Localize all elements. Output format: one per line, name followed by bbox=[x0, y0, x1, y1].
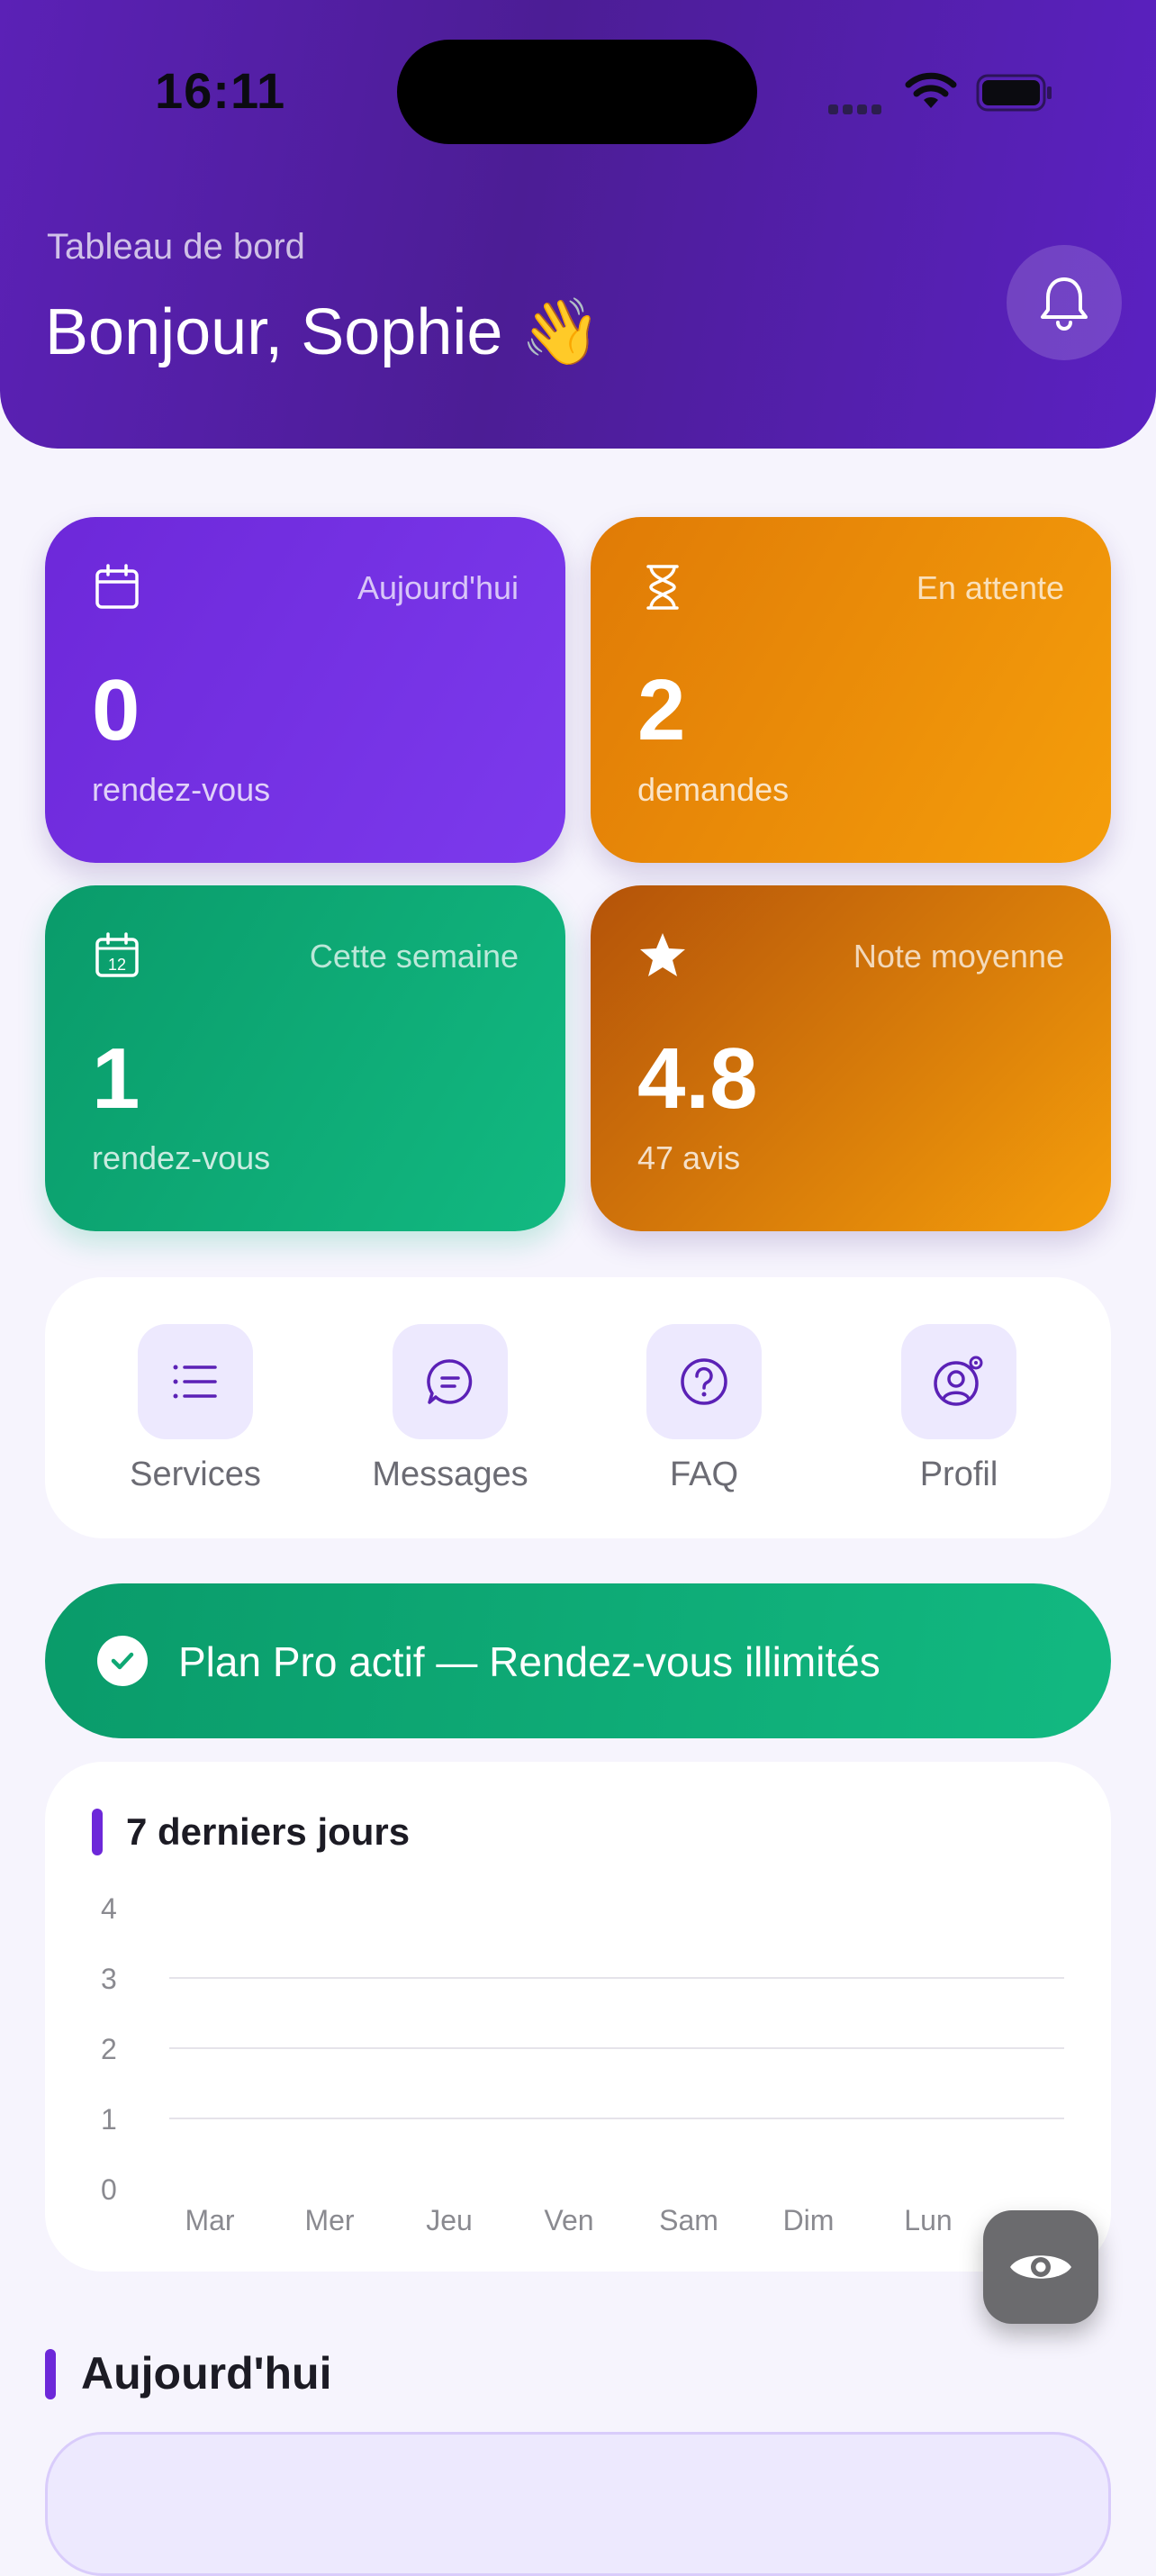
visibility-button[interactable] bbox=[983, 2210, 1098, 2324]
calendar-week-icon: 12 bbox=[95, 932, 139, 977]
stat-card-week[interactable]: 12 Cette semaine 1 rendez-vous bbox=[45, 885, 565, 1231]
stat-unit: rendez-vous bbox=[92, 1139, 271, 1176]
plan-banner-text: Plan Pro actif — Rendez-vous illimités bbox=[178, 1638, 881, 1685]
notifications-button[interactable] bbox=[1007, 245, 1122, 360]
quick-action-label: Profil bbox=[919, 1456, 998, 1493]
stat-unit: rendez-vous bbox=[92, 771, 271, 808]
svg-text:12: 12 bbox=[108, 956, 126, 974]
quick-action-messages[interactable]: Messages bbox=[351, 1324, 549, 1494]
check-circle-icon bbox=[97, 1636, 148, 1686]
quick-action-services[interactable]: Services bbox=[96, 1324, 294, 1494]
stat-label: Cette semaine bbox=[309, 938, 519, 975]
y-tick-label: 3 bbox=[101, 1963, 117, 1995]
today-appointments-card[interactable] bbox=[45, 2432, 1111, 2576]
dynamic-island bbox=[397, 40, 757, 144]
x-tick-label: Ven bbox=[544, 2204, 593, 2236]
bell-icon bbox=[1041, 277, 1088, 331]
y-tick-label: 0 bbox=[101, 2173, 117, 2206]
x-tick-label: Dim bbox=[783, 2204, 835, 2236]
page-subtitle: Tableau de bord bbox=[47, 227, 305, 267]
status-time: 16:11 bbox=[155, 62, 286, 119]
y-tick-label: 1 bbox=[101, 2103, 117, 2136]
battery-icon bbox=[976, 74, 1052, 112]
quick-action-label: Services bbox=[130, 1456, 261, 1493]
user-settings-icon bbox=[934, 1356, 983, 1406]
hourglass-icon bbox=[646, 565, 679, 610]
stat-value: 0 bbox=[92, 662, 140, 758]
signal-icon bbox=[828, 103, 881, 119]
x-tick-label: Mer bbox=[304, 2204, 354, 2236]
x-tick-label: Mar bbox=[185, 2204, 234, 2236]
help-icon bbox=[681, 1358, 727, 1405]
chart-card: 7 derniers jours 0 1 2 3 4 Mar Mer Jeu Ven Sam Dim… bbox=[45, 1762, 1111, 2272]
stat-value: 4.8 bbox=[637, 1030, 758, 1127]
status-icons bbox=[828, 68, 1053, 119]
x-tick-label: Sam bbox=[659, 2204, 718, 2236]
chat-icon bbox=[427, 1359, 473, 1404]
stat-label: En attente bbox=[916, 569, 1064, 606]
quick-action-faq[interactable]: FAQ bbox=[605, 1324, 803, 1494]
header: 16:11 Tableau de bord Bonjour, Sophie 👋 bbox=[0, 0, 1156, 449]
x-tick-label: Lun bbox=[904, 2204, 952, 2236]
stat-card-today[interactable]: Aujourd'hui 0 rendez-vous bbox=[45, 517, 565, 863]
stat-label: Aujourd'hui bbox=[357, 569, 519, 606]
stat-unit: 47 avis bbox=[637, 1139, 741, 1176]
today-section-title: Aujourd'hui bbox=[81, 2348, 332, 2399]
y-tick-label: 4 bbox=[101, 1892, 117, 1925]
y-tick-label: 2 bbox=[101, 2033, 117, 2065]
stat-value: 2 bbox=[637, 662, 686, 758]
quick-action-label: FAQ bbox=[669, 1456, 739, 1493]
stat-label: Note moyenne bbox=[853, 938, 1064, 975]
list-icon bbox=[173, 1365, 217, 1399]
quick-actions: Services Messages FAQ Profil bbox=[45, 1277, 1111, 1538]
eye-icon bbox=[1010, 2255, 1071, 2279]
quick-action-label: Messages bbox=[372, 1456, 528, 1493]
quick-action-profile[interactable]: Profil bbox=[860, 1324, 1058, 1494]
x-tick-label: Jeu bbox=[426, 2204, 473, 2236]
star-icon bbox=[640, 933, 685, 976]
stat-card-rating[interactable]: Note moyenne 4.8 47 avis bbox=[591, 885, 1111, 1231]
greeting-title: Bonjour, Sophie 👋 bbox=[45, 296, 602, 368]
stat-card-pending[interactable]: En attente 2 demandes bbox=[591, 517, 1111, 863]
section-accent-bar bbox=[45, 2349, 56, 2399]
stat-value: 1 bbox=[92, 1030, 140, 1127]
bar-chart: 0 1 2 3 4 Mar Mer Jeu Ven Sam Dim Lun bbox=[101, 1892, 1064, 2236]
calendar-icon bbox=[95, 564, 139, 609]
wifi-icon bbox=[905, 72, 957, 108]
stat-unit: demandes bbox=[637, 771, 790, 808]
plan-banner[interactable]: Plan Pro actif — Rendez-vous illimités bbox=[45, 1583, 1111, 1738]
